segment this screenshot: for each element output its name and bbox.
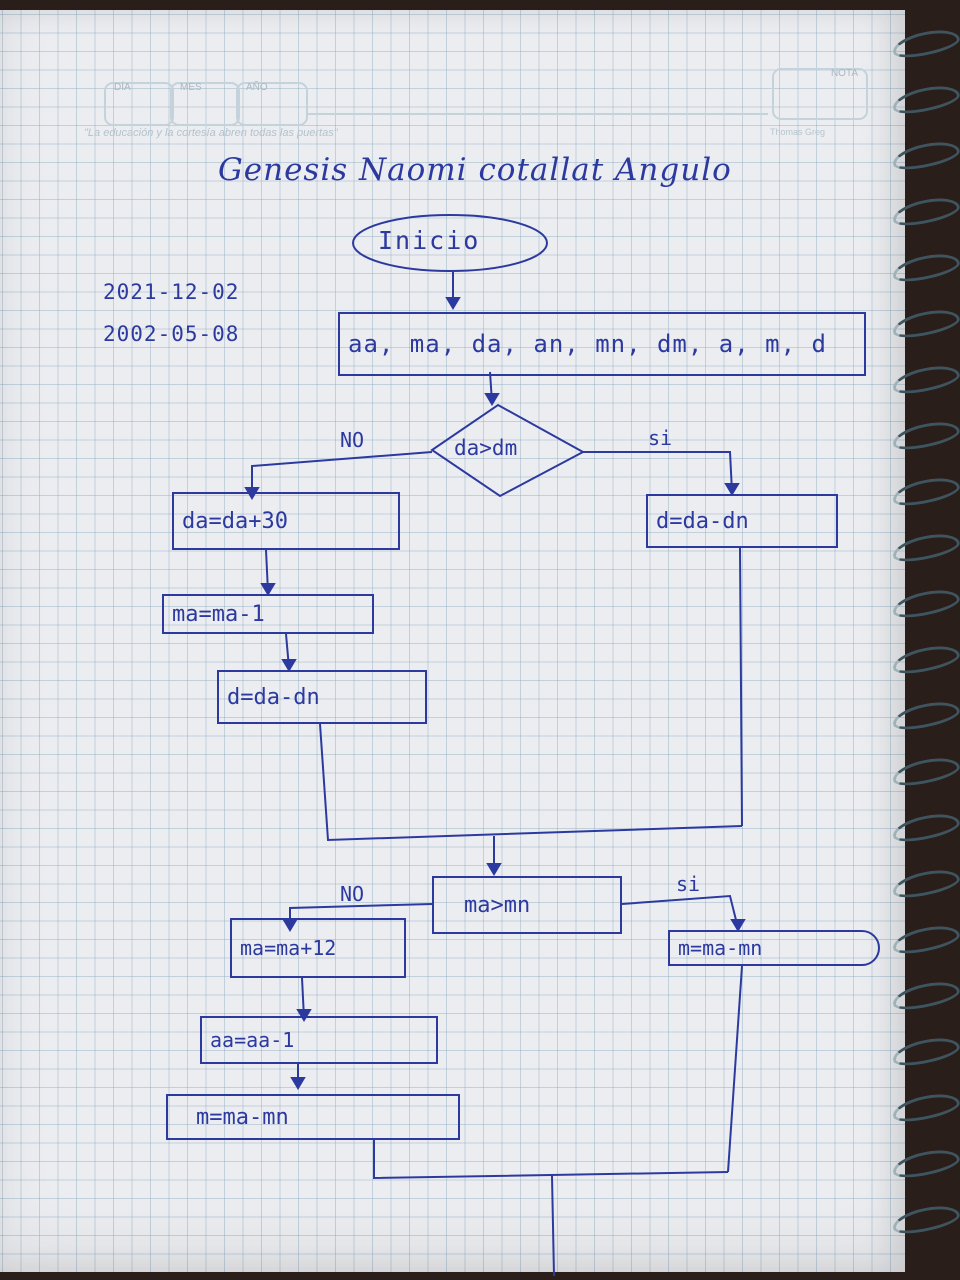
process-m-ma-mn-right: m=ma-mn: [668, 930, 880, 966]
spiral-ring: [890, 81, 960, 118]
spiral-ring: [890, 249, 960, 286]
spiral-ring: [890, 697, 960, 734]
page-motto: "La educación y la cortesía abren todas …: [84, 127, 338, 139]
spiral-ring: [890, 1033, 960, 1070]
spiral-ring: [890, 529, 960, 566]
spiral-ring: [890, 753, 960, 790]
process-da-plus-30: da=da+30: [172, 492, 400, 550]
process-aa-minus-1: aa=aa-1: [200, 1016, 438, 1064]
spiral-ring: [890, 25, 960, 62]
spiral-ring: [890, 1145, 960, 1182]
spiral-ring: [890, 809, 960, 846]
year-field: AÑO: [236, 82, 308, 126]
input-box: aa, ma, da, an, mn, dm, a, m, d: [338, 312, 866, 376]
spiral-ring: [890, 865, 960, 902]
spiral-ring: [890, 641, 960, 678]
decision2-no-label: NO: [340, 882, 365, 906]
spiral-ring: [890, 977, 960, 1014]
spiral-ring: [890, 473, 960, 510]
process-ma-minus-1: ma=ma-1: [162, 594, 374, 634]
spiral-ring: [890, 417, 960, 454]
process-d-da-dn-left: d=da-dn: [217, 670, 427, 724]
spiral-ring: [890, 585, 960, 622]
notebook-brand: Thomas Greg: [770, 127, 826, 137]
author-name: Genesis Naomi cotallat Angulo: [218, 152, 732, 188]
decision1-label: da>dm: [454, 436, 518, 460]
spiral-binding: [880, 0, 960, 1280]
spiral-ring: [890, 305, 960, 342]
process-d-da-dn-right: d=da-dn: [646, 494, 838, 548]
decision2-yes-label: si: [676, 872, 701, 896]
start-terminal-label: Inicio: [378, 226, 481, 255]
header-line: [306, 113, 768, 115]
spiral-ring: [890, 1201, 960, 1238]
decision1-yes-label: si: [648, 426, 673, 450]
grade-field: NOTA: [772, 68, 868, 120]
spiral-ring: [890, 361, 960, 398]
process-m-ma-mn-left: m=ma-mn: [166, 1094, 460, 1140]
date-line-1: 2021-12-02: [103, 280, 240, 304]
decision2-box: ma>mn: [432, 876, 622, 934]
spiral-ring: [890, 921, 960, 958]
notebook-page: DÍA MES AÑO NOTA "La educación y la cort…: [0, 10, 905, 1272]
month-field: MES: [170, 82, 240, 126]
spiral-ring: [890, 1089, 960, 1126]
process-ma-plus-12: ma=ma+12: [230, 918, 406, 978]
day-field: DÍA: [104, 82, 174, 126]
decision1-no-label: NO: [340, 428, 365, 452]
spiral-ring: [890, 193, 960, 230]
date-line-2: 2002-05-08: [103, 322, 240, 346]
spiral-ring: [890, 137, 960, 174]
